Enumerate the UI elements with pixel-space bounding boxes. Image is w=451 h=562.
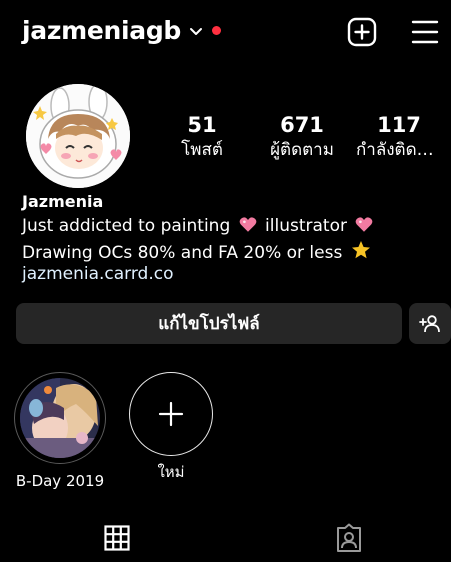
highlight-ring bbox=[14, 372, 106, 464]
new-highlight-circle bbox=[129, 372, 213, 456]
glowing-star-icon bbox=[351, 240, 371, 267]
posts-label: โพสต์ bbox=[181, 140, 223, 160]
new-highlight-label: ใหม่ bbox=[157, 463, 185, 481]
plus-icon bbox=[158, 401, 184, 427]
tab-posts-grid[interactable] bbox=[100, 522, 134, 554]
notification-dot bbox=[212, 26, 222, 35]
posts-value: 51 bbox=[187, 113, 217, 137]
account-switcher[interactable]: jazmeniagb bbox=[22, 16, 222, 45]
story-highlight-thumbnail bbox=[20, 378, 100, 458]
username: jazmeniagb bbox=[22, 16, 182, 45]
profile-link[interactable]: jazmenia.carrd.co bbox=[22, 262, 174, 286]
create-post-button[interactable] bbox=[347, 17, 377, 47]
menu-button[interactable] bbox=[410, 17, 440, 47]
discover-people-button[interactable] bbox=[409, 303, 451, 344]
followers-count[interactable]: 671 ผู้ติดตาม bbox=[262, 112, 342, 162]
new-highlight-button[interactable]: ใหม่ bbox=[124, 372, 218, 484]
hamburger-menu-icon bbox=[411, 20, 439, 44]
edit-profile-button[interactable]: แก้ไขโปรไฟล์ bbox=[16, 303, 402, 344]
tab-tagged[interactable] bbox=[332, 522, 366, 554]
profile-bio: Just addicted to painting illustrator Dr… bbox=[22, 214, 437, 267]
chevron-down-icon bbox=[189, 22, 203, 41]
bio-text-1: Just addicted to painting bbox=[22, 216, 231, 236]
profile-name: Jazmenia bbox=[22, 192, 104, 211]
sparkling-heart-icon bbox=[355, 216, 373, 240]
posts-count[interactable]: 51 โพสต์ bbox=[172, 112, 232, 162]
following-count[interactable]: 117 กำลังติดตาม bbox=[356, 112, 442, 162]
highlight-bday[interactable]: B-Day 2019 bbox=[12, 372, 108, 490]
profile-avatar[interactable] bbox=[26, 84, 130, 188]
grid-icon bbox=[104, 525, 130, 551]
followers-value: 671 bbox=[280, 113, 324, 137]
profile-screen: jazmeniagb 51 โพสต์ 671 ผู้ติดตาม 117 กำ… bbox=[0, 0, 451, 562]
sparkling-heart-icon bbox=[239, 216, 257, 240]
bio-text-2: illustrator bbox=[259, 216, 347, 236]
top-header: jazmeniagb bbox=[0, 0, 451, 64]
following-label: กำลังติดตาม bbox=[356, 140, 442, 160]
followers-label: ผู้ติดตาม bbox=[270, 140, 334, 160]
add-person-icon bbox=[419, 314, 440, 332]
highlight-label: B-Day 2019 bbox=[15, 472, 105, 490]
following-value: 117 bbox=[377, 113, 421, 137]
edit-profile-label: แก้ไขโปรไฟล์ bbox=[158, 314, 260, 334]
bio-text-3: Drawing OCs 80% and FA 20% or less bbox=[22, 243, 343, 263]
tagged-person-icon bbox=[337, 523, 361, 552]
plus-square-icon bbox=[347, 17, 377, 47]
